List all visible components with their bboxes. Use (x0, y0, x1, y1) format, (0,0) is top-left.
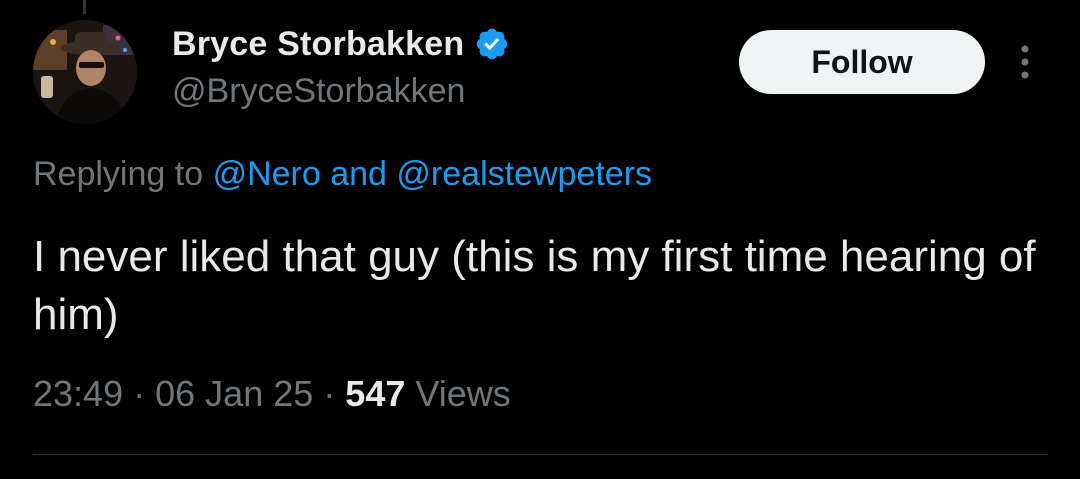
views-label[interactable]: Views (415, 373, 510, 414)
mention-connector[interactable]: and (330, 155, 387, 193)
replying-to-label: Replying to (33, 155, 204, 193)
author-display-name[interactable]: Bryce Storbakken (172, 25, 464, 64)
tweet-time[interactable]: 23:49 (33, 373, 123, 414)
meta-separator: · (133, 373, 146, 414)
verified-badge-icon[interactable] (474, 26, 510, 62)
meta-separator: · (323, 373, 336, 414)
views-count[interactable]: 547 (345, 373, 405, 414)
mention-link-realstewpeters[interactable]: @realstewpeters (396, 155, 652, 193)
thread-connector-line (83, 0, 86, 14)
mention-link-nero[interactable]: @Nero (213, 155, 321, 193)
tweet-meta-row: 23:49 · 06 Jan 25 · 547 Views (33, 373, 511, 415)
more-options-button[interactable] (1010, 40, 1040, 84)
tweet-date[interactable]: 06 Jan 25 (155, 373, 313, 414)
more-vertical-icon (1021, 45, 1029, 79)
avatar[interactable] (33, 20, 137, 124)
author-handle[interactable]: @BryceStorbakken (172, 72, 465, 111)
tweet-body-text: I never liked that guy (this is my first… (33, 232, 1036, 339)
replying-to-line: Replying to @Nero and @realstewpeters (33, 155, 652, 194)
avatar-photo (33, 20, 137, 124)
author-name-row: Bryce Storbakken (172, 22, 510, 66)
follow-button[interactable]: Follow (739, 30, 985, 94)
divider (33, 454, 1048, 455)
